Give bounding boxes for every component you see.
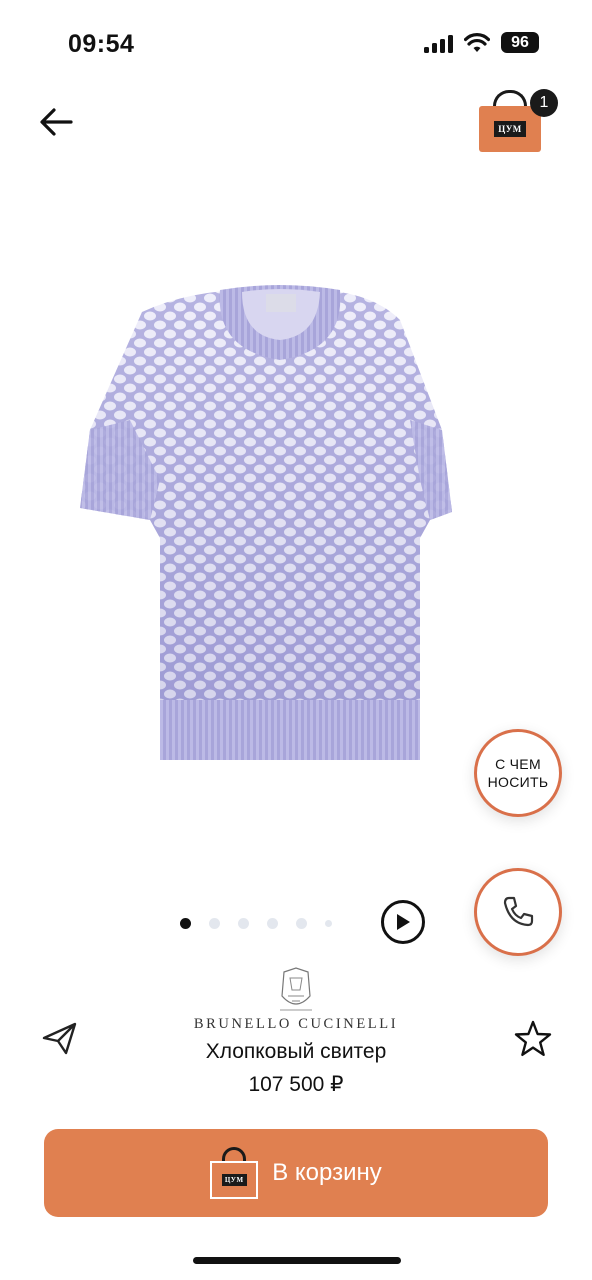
phone-icon bbox=[503, 896, 534, 927]
play-video-button[interactable] bbox=[381, 900, 425, 944]
play-icon bbox=[397, 914, 410, 930]
favorite-button[interactable] bbox=[512, 1018, 554, 1060]
carousel-dot[interactable] bbox=[267, 917, 278, 929]
wifi-icon bbox=[464, 33, 490, 52]
status-time: 09:54 bbox=[68, 30, 135, 58]
add-to-cart-button[interactable]: ЦУМ В корзину bbox=[44, 1129, 548, 1217]
carousel-dot[interactable] bbox=[325, 919, 332, 927]
shopping-bag-icon: ЦУМ bbox=[479, 106, 541, 152]
sweater-hem bbox=[160, 700, 420, 760]
arrow-left-icon bbox=[40, 108, 73, 136]
carousel-dot[interactable] bbox=[180, 917, 191, 929]
battery-indicator: 96 bbox=[501, 32, 539, 53]
brand-name[interactable]: BRUNELLO CUCINELLI bbox=[0, 1016, 592, 1033]
product-image[interactable] bbox=[70, 280, 460, 770]
carousel-dot[interactable] bbox=[209, 917, 220, 929]
signal-icon bbox=[424, 35, 454, 53]
call-button[interactable] bbox=[474, 868, 562, 956]
back-button[interactable] bbox=[34, 100, 78, 144]
product-price: 107 500 ₽ bbox=[248, 1073, 344, 1096]
wear-with-label: С ЧЕМ НОСИТЬ bbox=[487, 756, 549, 790]
star-icon bbox=[514, 1020, 552, 1056]
wear-with-button[interactable]: С ЧЕМ НОСИТЬ bbox=[474, 729, 562, 817]
cart-count-badge: 1 bbox=[530, 89, 558, 117]
tsum-logo: ЦУМ bbox=[494, 121, 526, 137]
product-name: Хлопковый свитер bbox=[205, 1040, 387, 1063]
carousel-dot[interactable] bbox=[296, 917, 307, 929]
carousel-dots bbox=[180, 916, 332, 930]
brand-emblem-icon bbox=[280, 967, 312, 1011]
tsum-logo: ЦУМ bbox=[221, 1174, 247, 1186]
bag-body: ЦУМ bbox=[210, 1161, 259, 1199]
shopping-bag-icon: ЦУМ bbox=[210, 1147, 259, 1199]
carousel-dot[interactable] bbox=[238, 917, 249, 929]
home-indicator[interactable] bbox=[193, 1257, 401, 1264]
add-to-cart-label: В корзину bbox=[272, 1159, 382, 1186]
sweater-label bbox=[266, 294, 296, 312]
